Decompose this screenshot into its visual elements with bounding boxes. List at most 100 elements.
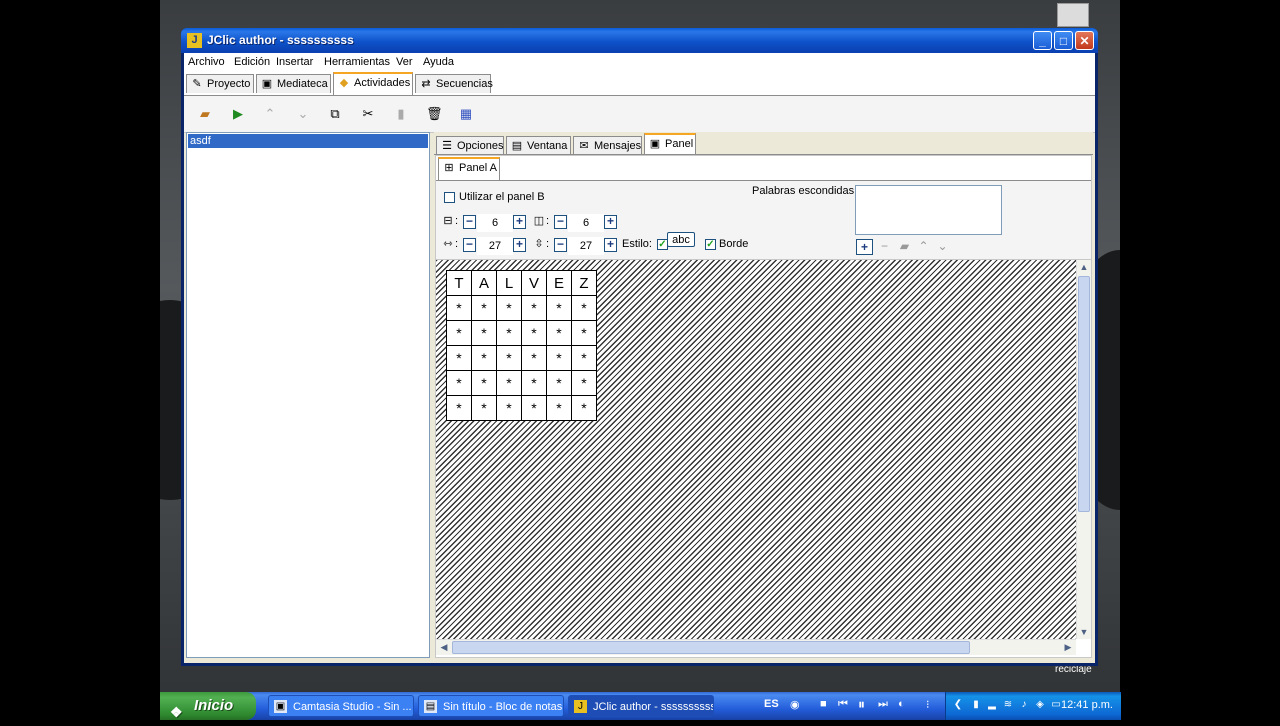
start-button[interactable]: ❖ Inicio: [160, 692, 256, 720]
grid-cell[interactable]: V: [521, 270, 547, 296]
move-down-icon[interactable]: ⌄: [295, 106, 311, 122]
tab-actividades[interactable]: ◆ Actividades: [333, 72, 413, 95]
grid-cell[interactable]: *: [471, 370, 497, 396]
tray-volume-icon[interactable]: ♪: [1018, 699, 1030, 711]
menu-edicion[interactable]: Edición: [234, 56, 270, 68]
rows-value[interactable]: 6: [477, 214, 513, 232]
media-back-icon[interactable]: ◉: [790, 698, 800, 711]
menu-herramientas[interactable]: Herramientas: [324, 56, 390, 68]
cell-height-increment-button[interactable]: +: [604, 238, 617, 252]
menu-archivo[interactable]: Archivo: [188, 56, 225, 68]
grid-cell[interactable]: *: [471, 395, 497, 421]
tab-secuencias[interactable]: ⇄ Secuencias: [415, 74, 493, 93]
tab-ventana[interactable]: ▤ Ventana: [506, 136, 571, 154]
grid-cell[interactable]: *: [496, 345, 522, 371]
grid-cell[interactable]: *: [571, 295, 597, 321]
grid-cell[interactable]: *: [546, 320, 572, 346]
columns-increment-button[interactable]: +: [604, 215, 617, 229]
delete-icon[interactable]: 🗑: [426, 106, 443, 122]
tab-panel-a[interactable]: ⊞ Panel A: [438, 157, 500, 180]
grid-cell[interactable]: *: [571, 345, 597, 371]
title-bar[interactable]: J JClic author - ssssssssss _ □ ✕: [181, 28, 1098, 53]
tray-wifi-icon[interactable]: ≋: [1002, 699, 1014, 711]
move-word-up-icon[interactable]: ⌃: [915, 239, 932, 255]
remove-word-button[interactable]: −: [876, 239, 893, 255]
scroll-left-arrow-icon[interactable]: ◀: [437, 642, 451, 653]
vertical-scrollbar[interactable]: ▲ ▼: [1076, 260, 1091, 639]
grid-cell[interactable]: *: [546, 370, 572, 396]
panel-canvas[interactable]: T A L V E Z * * * * * * * * * * * * * * * * * *: [436, 260, 1076, 639]
cell-height-value[interactable]: 27: [568, 237, 604, 255]
scroll-down-arrow-icon[interactable]: ▼: [1077, 627, 1091, 637]
menu-ver[interactable]: Ver: [396, 56, 413, 68]
close-button[interactable]: ✕: [1075, 31, 1094, 50]
grid-cell[interactable]: *: [546, 295, 572, 321]
grid-cell[interactable]: L: [496, 270, 522, 296]
grid-cell[interactable]: *: [446, 295, 472, 321]
grid-cell[interactable]: *: [571, 320, 597, 346]
maximize-button[interactable]: □: [1054, 31, 1073, 50]
grid-cell[interactable]: *: [571, 395, 597, 421]
grid-cell[interactable]: *: [496, 395, 522, 421]
rows-increment-button[interactable]: +: [513, 215, 526, 229]
grid-cell[interactable]: *: [546, 395, 572, 421]
media-next-icon[interactable]: ⏭: [878, 698, 888, 711]
menu-ayuda[interactable]: Ayuda: [423, 56, 454, 68]
grid-cell[interactable]: *: [446, 395, 472, 421]
grid-cell[interactable]: *: [471, 345, 497, 371]
media-previous-icon[interactable]: ⏮: [838, 698, 848, 711]
grid-cell[interactable]: E: [546, 270, 572, 296]
media-stop-icon[interactable]: ■: [820, 698, 827, 710]
minimize-button[interactable]: _: [1033, 31, 1052, 50]
crossword-grid[interactable]: T A L V E Z * * * * * * * * * * * * * * * * * *: [446, 270, 597, 421]
vertical-scroll-thumb[interactable]: [1078, 276, 1090, 512]
cell-height-decrement-button[interactable]: −: [554, 238, 567, 252]
cell-width-decrement-button[interactable]: −: [463, 238, 476, 252]
grid-cell[interactable]: *: [546, 345, 572, 371]
grid-cell[interactable]: T: [446, 270, 472, 296]
grid-cell[interactable]: *: [521, 395, 547, 421]
cell-width-value[interactable]: 27: [477, 237, 513, 255]
media-volume-icon[interactable]: ◐: [898, 698, 905, 710]
move-word-down-icon[interactable]: ⌄: [934, 239, 951, 255]
grid-cell[interactable]: *: [496, 295, 522, 321]
horizontal-scrollbar[interactable]: ◀ ▶: [436, 639, 1076, 655]
tab-mediateca[interactable]: ▣ Mediateca: [256, 74, 331, 93]
language-indicator[interactable]: ES: [764, 698, 779, 710]
grid-cell[interactable]: *: [521, 370, 547, 396]
grid-cell[interactable]: *: [446, 370, 472, 396]
add-word-button[interactable]: +: [856, 239, 873, 255]
scroll-right-arrow-icon[interactable]: ▶: [1061, 642, 1075, 653]
grid-cell[interactable]: *: [521, 295, 547, 321]
new-activity-icon[interactable]: ▰: [197, 106, 213, 122]
border-checkbox[interactable]: ✓: [705, 239, 716, 250]
tray-security-icon[interactable]: ◈: [1034, 699, 1046, 711]
taskbar-item-camtasia[interactable]: ▣ Camtasia Studio - Sin ...: [268, 695, 414, 717]
grid-cell[interactable]: Z: [571, 270, 597, 296]
recycle-bin-icon[interactable]: [1057, 3, 1089, 27]
hidden-words-list[interactable]: [855, 185, 1002, 235]
grid-cell[interactable]: *: [521, 345, 547, 371]
grid-cell[interactable]: *: [471, 295, 497, 321]
cut-icon[interactable]: ✂: [360, 106, 376, 122]
grid-cell[interactable]: *: [446, 345, 472, 371]
media-options-icon[interactable]: ⁝: [926, 698, 930, 711]
grid-cell[interactable]: *: [571, 370, 597, 396]
tray-arrow-icon[interactable]: ❮: [952, 699, 964, 711]
horizontal-scroll-thumb[interactable]: [452, 641, 970, 654]
scroll-up-arrow-icon[interactable]: ▲: [1077, 262, 1091, 272]
tab-proyecto[interactable]: ✎ Proyecto: [186, 74, 254, 93]
grid-cell[interactable]: *: [446, 320, 472, 346]
use-panel-b-checkbox[interactable]: [444, 192, 455, 203]
tab-panel[interactable]: ▣ Panel: [644, 133, 696, 154]
media-pause-icon[interactable]: ⏸: [858, 696, 865, 713]
menu-insertar[interactable]: Insertar: [276, 56, 313, 68]
taskbar-item-jclic[interactable]: J JClic author - ssssssssss: [568, 695, 714, 717]
edit-word-icon[interactable]: ▰: [896, 239, 913, 255]
grid-cell[interactable]: A: [471, 270, 497, 296]
tab-mensajes[interactable]: ✉ Mensajes: [573, 136, 642, 154]
grid-cell[interactable]: *: [496, 370, 522, 396]
columns-decrement-button[interactable]: −: [554, 215, 567, 229]
grid-cell[interactable]: *: [521, 320, 547, 346]
rows-decrement-button[interactable]: −: [463, 215, 476, 229]
